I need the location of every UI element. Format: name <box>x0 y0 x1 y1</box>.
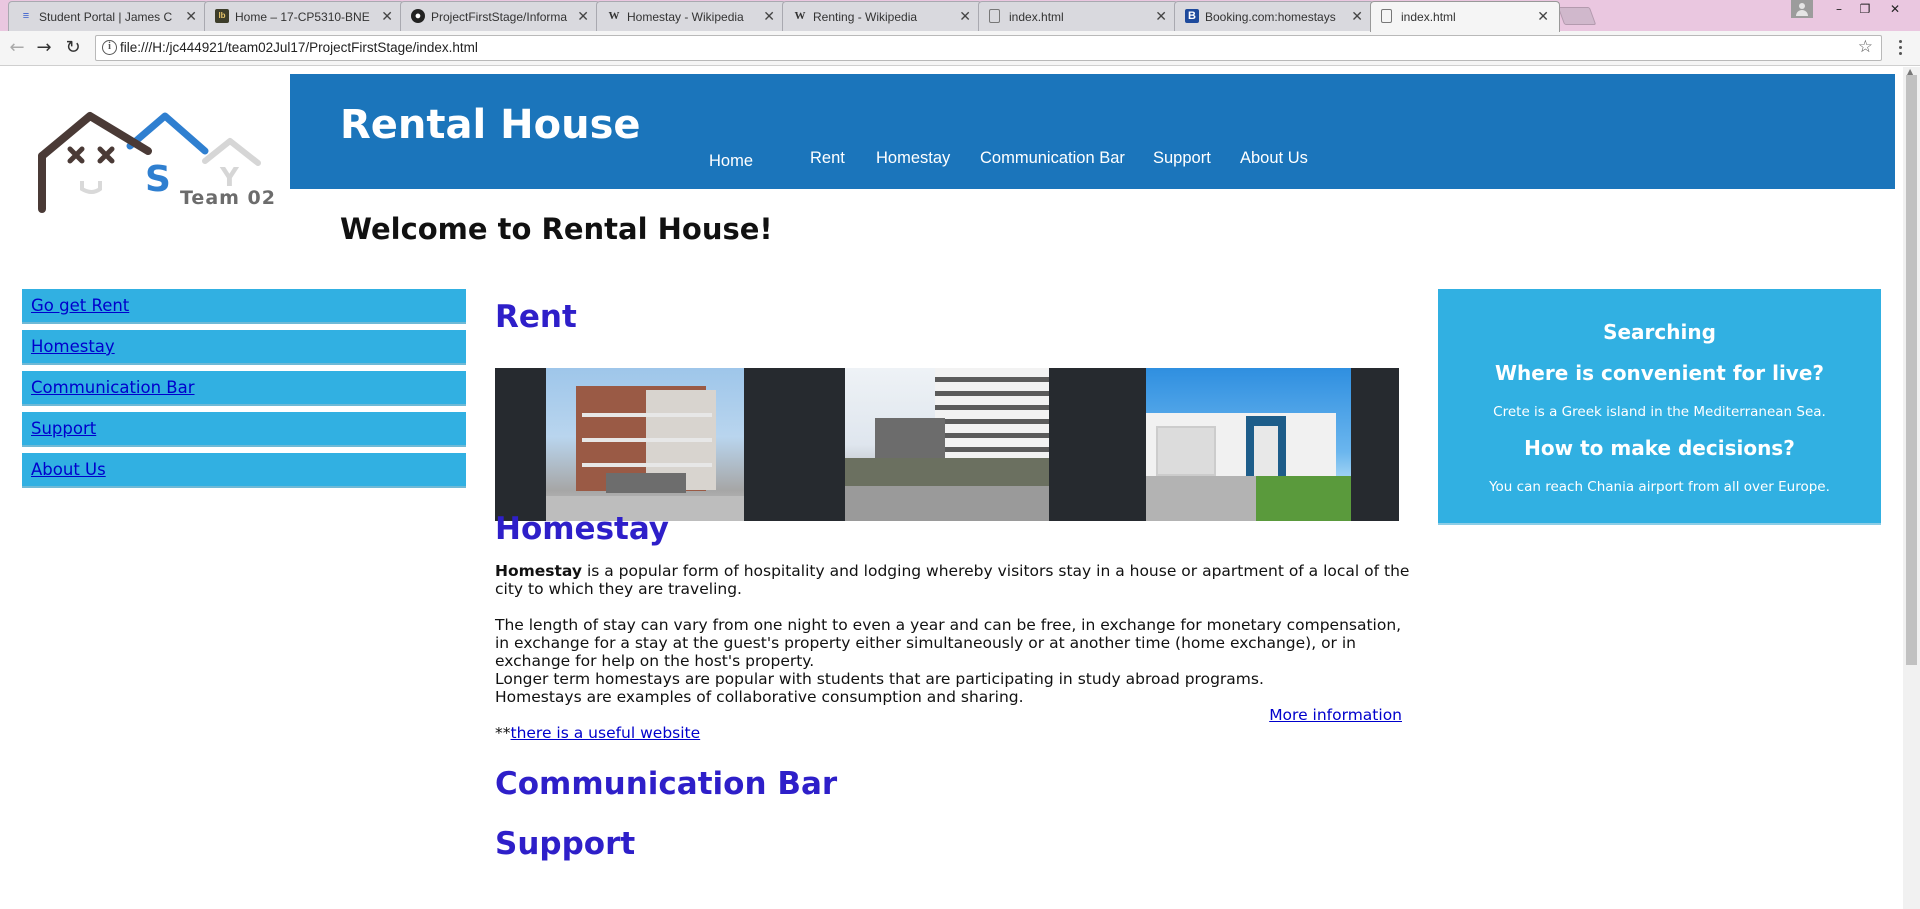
tab-renting-wikipedia[interactable]: W Renting - Wikipedia ✕ <box>782 1 982 31</box>
homestay-paragraph-4: Homestays are examples of collaborative … <box>495 688 1024 706</box>
sidebar-item-communication-bar[interactable]: Communication Bar <box>22 371 466 406</box>
github-icon: ● <box>411 9 425 23</box>
welcome-heading: Welcome to Rental House! <box>340 212 773 246</box>
decisions-heading: How to make decisions? <box>1524 436 1795 460</box>
tab-homestay-wikipedia[interactable]: W Homestay - Wikipedia ✕ <box>596 1 786 31</box>
reload-icon[interactable]: ↻ <box>61 36 85 60</box>
new-tab-button[interactable] <box>1557 7 1597 25</box>
tab-student-portal[interactable]: ≡ Student Portal | James C ✕ <box>8 1 208 31</box>
wikipedia-icon: W <box>794 10 806 22</box>
browser-menu-icon[interactable] <box>1898 40 1904 58</box>
tab-strip: ≡ Student Portal | James C ✕ lb Home – 1… <box>0 0 1920 32</box>
wikipedia-icon: W <box>608 10 620 22</box>
nav-homestay[interactable]: Homestay <box>876 149 950 168</box>
learnjcu-icon: lb <box>215 9 229 23</box>
site-title: Rental House <box>340 102 641 148</box>
booking-icon: B <box>1185 9 1199 23</box>
sidebar-item-homestay[interactable]: Homestay <box>22 330 466 365</box>
chania-text: You can reach Chania airport from all ov… <box>1489 479 1830 495</box>
tab-learnjcu[interactable]: lb Home – 17-CP5310-BNE ✕ <box>204 1 404 31</box>
close-tab-icon[interactable]: ✕ <box>381 8 393 25</box>
tab-index-1[interactable]: index.html ✕ <box>978 1 1178 31</box>
homestay-term: Homestay <box>495 562 583 580</box>
address-bar[interactable]: i file:///H:/jc444921/team02Jul17/Projec… <box>95 35 1882 61</box>
page-scrollbar[interactable]: ▲ <box>1903 67 1920 909</box>
browser-toolbar: ← → ↻ i file:///H:/jc444921/team02Jul17/… <box>0 31 1920 66</box>
crete-text: Crete is a Greek island in the Mediterra… <box>1493 404 1826 420</box>
close-tab-icon[interactable]: ✕ <box>1351 8 1363 25</box>
tab-index-active[interactable]: index.html ✕ <box>1370 1 1560 32</box>
rent-photo-gallery <box>495 368 1399 521</box>
homestay-paragraph-2: The length of stay can vary from one nig… <box>495 616 1402 670</box>
apartment-photo-1 <box>546 368 744 521</box>
apartment-photo-2 <box>845 368 1049 521</box>
back-icon[interactable]: ← <box>5 36 29 60</box>
close-tab-icon[interactable]: ✕ <box>185 8 197 25</box>
sidebar-item-go-get-rent[interactable]: Go get Rent <box>22 289 466 324</box>
tab-github[interactable]: ● ProjectFirstStage/Informa ✕ <box>400 1 600 31</box>
sidebar-item-support[interactable]: Support <box>22 412 466 447</box>
nav-home[interactable]: Home <box>709 152 753 171</box>
more-information-link[interactable]: More information <box>1269 706 1402 724</box>
nav-rent[interactable]: Rent <box>810 149 845 168</box>
support-heading: Support <box>495 826 636 862</box>
homestay-intro: Homestay is a popular form of hospitalit… <box>495 562 1410 598</box>
house-photo-3 <box>1146 368 1351 521</box>
rent-heading: Rent <box>495 299 577 335</box>
sidebar-item-about-us[interactable]: About Us <box>22 453 466 488</box>
file-icon <box>989 9 1000 23</box>
logo-letter-s: S <box>145 159 171 200</box>
close-window-icon[interactable]: ✕ <box>1880 0 1910 20</box>
tab-booking[interactable]: B Booking.com:homestays ✕ <box>1174 1 1374 31</box>
file-icon <box>1381 9 1392 23</box>
restore-icon[interactable]: ❐ <box>1852 0 1878 20</box>
sidebar-menu: Go get Rent Homestay Communication Bar S… <box>22 289 466 494</box>
close-tab-icon[interactable]: ✕ <box>1155 8 1167 25</box>
forward-icon[interactable]: → <box>32 36 56 60</box>
page-viewport: Y S Team 02 Rental House Home Rent Homes… <box>0 67 1920 909</box>
useful-website-line: **there is a useful website <box>495 724 701 742</box>
scrollbar-thumb[interactable] <box>1906 75 1917 665</box>
team-label: Team 02 <box>180 187 276 209</box>
nav-about-us[interactable]: About Us <box>1240 149 1308 168</box>
url-text[interactable]: file:///H:/jc444921/team02Jul17/ProjectF… <box>120 40 478 55</box>
header-banner: Rental House Home Rent Homestay Communic… <box>290 74 1895 189</box>
profile-icon[interactable] <box>1791 0 1813 18</box>
searching-heading: Searching <box>1603 320 1716 344</box>
page-icon: ≡ <box>22 10 30 22</box>
minimize-icon[interactable]: – <box>1826 0 1852 20</box>
nav-support[interactable]: Support <box>1153 149 1211 168</box>
info-icon[interactable]: i <box>102 40 117 55</box>
homestay-heading: Homestay <box>495 511 670 547</box>
close-tab-icon[interactable]: ✕ <box>959 8 971 25</box>
convenient-heading: Where is convenient for live? <box>1494 361 1824 385</box>
communication-bar-heading: Communication Bar <box>495 766 838 802</box>
homestay-paragraph-3: Longer term homestays are popular with s… <box>495 670 1264 688</box>
nav-communication-bar[interactable]: Communication Bar <box>980 149 1125 168</box>
close-tab-icon[interactable]: ✕ <box>763 8 775 25</box>
useful-website-link[interactable]: there is a useful website <box>511 724 701 742</box>
close-tab-icon[interactable]: ✕ <box>1537 8 1549 25</box>
close-tab-icon[interactable]: ✕ <box>577 8 589 25</box>
info-sidebar: Searching Where is convenient for live? … <box>1438 289 1881 525</box>
bookmark-star-icon[interactable]: ☆ <box>1858 37 1873 57</box>
